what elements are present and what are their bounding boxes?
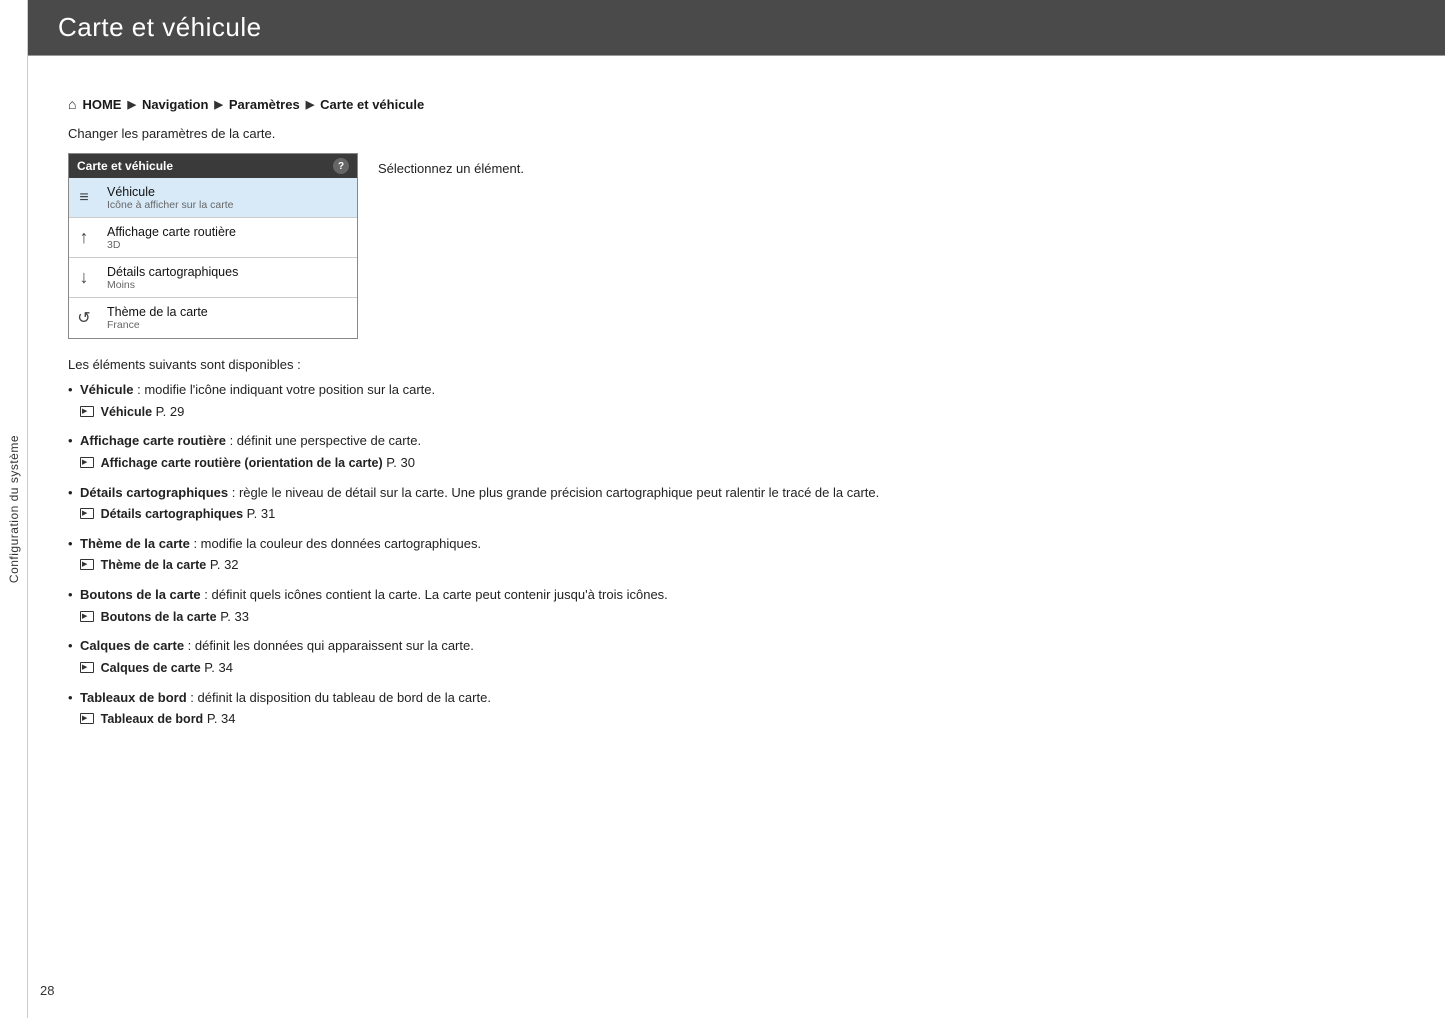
ref-icon-affichage — [80, 457, 94, 468]
ref-text-affichage: Affichage carte routière (orientation de… — [101, 456, 383, 470]
mockup-row-vehicule[interactable]: ≡ Véhicule Icône à afficher sur la carte — [69, 178, 357, 218]
ref-page-vehicule: P. 29 — [156, 404, 185, 419]
screenshot-section: Carte et véhicule ? ≡ Véhicule Icône à a… — [68, 153, 1405, 339]
ref-text-tableaux: Tableaux de bord — [101, 712, 204, 726]
ref-text-details: Détails cartographiques — [101, 507, 243, 521]
list-item-details: Détails cartographiques : règle le nivea… — [68, 483, 1405, 524]
ref-icon-tableaux — [80, 713, 94, 724]
sidebar: Configuration du système — [0, 0, 28, 1018]
page-title-bar: Carte et véhicule — [28, 0, 1445, 55]
row-icon-vehicule: ≡ — [69, 178, 99, 217]
mockup-row-theme[interactable]: ↺ Thème de la carte France — [69, 298, 357, 338]
title-divider — [28, 55, 1445, 56]
row-sub-vehicule: Icône à afficher sur la carte — [107, 199, 349, 211]
ref-page-tableaux: P. 34 — [207, 711, 236, 726]
item-name-affichage: Affichage carte routière — [80, 433, 226, 448]
list-item-theme: Thème de la carte : modifie la couleur d… — [68, 534, 1405, 575]
row-text-details: Détails cartographiques Moins — [99, 258, 357, 297]
desc-list: Véhicule : modifie l'icône indiquant vot… — [68, 380, 1405, 729]
row-text-affichage: Affichage carte routière 3D — [99, 218, 357, 257]
ref-icon-calques — [80, 662, 94, 673]
mockup-row-details[interactable]: ↓ Détails cartographiques Moins — [69, 258, 357, 298]
ref-text-boutons: Boutons de la carte — [101, 610, 217, 624]
mockup-header: Carte et véhicule ? — [69, 154, 357, 178]
row-title-vehicule: Véhicule — [107, 185, 349, 199]
breadcrumb-carte-vehicule: Carte et véhicule — [320, 97, 424, 112]
breadcrumb-navigation: Navigation — [142, 97, 208, 112]
mockup-header-title: Carte et véhicule — [77, 159, 173, 173]
item-desc-tableaux: : définit la disposition du tableau de b… — [190, 690, 491, 705]
ref-boutons: Boutons de la carte P. 33 — [80, 607, 1405, 627]
ref-details: Détails cartographiques P. 31 — [80, 504, 1405, 524]
ref-page-calques: P. 34 — [204, 660, 233, 675]
ref-icon-theme — [80, 559, 94, 570]
item-name-theme: Thème de la carte — [80, 536, 190, 551]
breadcrumb-parametres: Paramètres — [229, 97, 300, 112]
row-sub-theme: France — [107, 319, 349, 331]
item-name-vehicule: Véhicule — [80, 382, 133, 397]
ref-page-details: P. 31 — [247, 506, 276, 521]
list-item-calques: Calques de carte : définit les données q… — [68, 636, 1405, 677]
ref-page-boutons: P. 33 — [220, 609, 249, 624]
ref-page-theme: P. 32 — [210, 557, 239, 572]
row-sub-affichage: 3D — [107, 239, 349, 251]
ref-vehicule: Véhicule P. 29 — [80, 402, 1405, 422]
row-icon-theme: ↺ — [69, 298, 99, 338]
item-desc-affichage: : définit une perspective de carte. — [230, 433, 422, 448]
ref-text-theme: Thème de la carte — [101, 558, 207, 572]
list-item-boutons: Boutons de la carte : définit quels icôn… — [68, 585, 1405, 626]
ref-icon-vehicule — [80, 406, 94, 417]
list-item-tableaux: Tableaux de bord : définit la dispositio… — [68, 688, 1405, 729]
row-text-theme: Thème de la carte France — [99, 298, 357, 338]
item-desc-calques: : définit les données qui apparaissent s… — [188, 638, 474, 653]
list-item-affichage: Affichage carte routière : définit une p… — [68, 431, 1405, 472]
breadcrumb-arrow-1: ▶ — [127, 98, 135, 111]
content-area: ⌂ HOME ▶ Navigation ▶ Paramètres ▶ Carte… — [28, 76, 1445, 769]
side-text: Sélectionnez un élément. — [378, 153, 524, 176]
row-sub-details: Moins — [107, 279, 349, 291]
intro-text: Changer les paramètres de la carte. — [68, 126, 1405, 141]
main-content: Carte et véhicule ⌂ HOME ▶ Navigation ▶ … — [28, 0, 1445, 769]
row-text-vehicule: Véhicule Icône à afficher sur la carte — [99, 178, 357, 217]
ref-calques: Calques de carte P. 34 — [80, 658, 1405, 678]
item-desc-boutons: : définit quels icônes contient la carte… — [204, 587, 668, 602]
page-title: Carte et véhicule — [58, 12, 1415, 43]
item-name-boutons: Boutons de la carte — [80, 587, 201, 602]
item-desc-vehicule: : modifie l'icône indiquant votre positi… — [137, 382, 435, 397]
mockup-row-affichage[interactable]: ↑ Affichage carte routière 3D — [69, 218, 357, 258]
ref-page-affichage: P. 30 — [386, 455, 415, 470]
item-desc-details: : règle le niveau de détail sur la carte… — [232, 485, 880, 500]
breadcrumb-arrow-2: ▶ — [214, 98, 222, 111]
ref-icon-boutons — [80, 611, 94, 622]
desc-intro: Les éléments suivants sont disponibles : — [68, 357, 1405, 372]
description-section: Les éléments suivants sont disponibles :… — [68, 357, 1405, 729]
sidebar-label: Configuration du système — [7, 435, 21, 583]
ui-mockup: Carte et véhicule ? ≡ Véhicule Icône à a… — [68, 153, 358, 339]
item-desc-theme: : modifie la couleur des données cartogr… — [193, 536, 481, 551]
row-title-details: Détails cartographiques — [107, 265, 349, 279]
page-number: 28 — [40, 983, 54, 998]
row-title-affichage: Affichage carte routière — [107, 225, 349, 239]
breadcrumb-home: HOME — [82, 97, 121, 112]
item-name-details: Détails cartographiques — [80, 485, 228, 500]
breadcrumb-arrow-3: ▶ — [306, 98, 314, 111]
help-button[interactable]: ? — [333, 158, 349, 174]
list-item-vehicule: Véhicule : modifie l'icône indiquant vot… — [68, 380, 1405, 421]
ref-theme: Thème de la carte P. 32 — [80, 555, 1405, 575]
ref-tableaux: Tableaux de bord P. 34 — [80, 709, 1405, 729]
row-title-theme: Thème de la carte — [107, 305, 349, 319]
ref-affichage: Affichage carte routière (orientation de… — [80, 453, 1405, 473]
ref-text-calques: Calques de carte — [101, 661, 201, 675]
item-name-tableaux: Tableaux de bord — [80, 690, 187, 705]
item-name-calques: Calques de carte — [80, 638, 184, 653]
ref-text-vehicule: Véhicule — [101, 405, 152, 419]
breadcrumb: ⌂ HOME ▶ Navigation ▶ Paramètres ▶ Carte… — [68, 96, 1405, 112]
ref-icon-details — [80, 508, 94, 519]
home-icon: ⌂ — [68, 96, 76, 112]
row-icon-details: ↓ — [69, 258, 99, 297]
row-icon-affichage: ↑ — [69, 218, 99, 257]
